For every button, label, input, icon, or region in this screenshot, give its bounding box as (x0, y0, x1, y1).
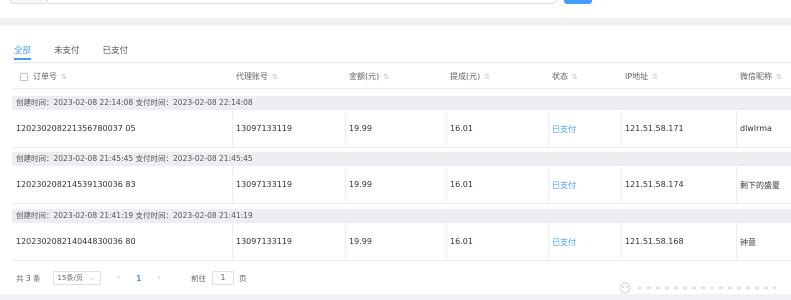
status-badge: 已支付 (552, 238, 576, 247)
column-status[interactable]: 状态 ⇅ (552, 71, 578, 82)
next-page-icon[interactable]: › (157, 273, 161, 283)
wechat-nickname: 钟意 (740, 238, 756, 247)
search-input[interactable] (48, 0, 556, 4)
order-group: 创建时间：2023-02-08 21:45:45 支付时间：2023-02-08… (12, 152, 791, 204)
ip-address: 121.51.58.168 (625, 237, 684, 246)
sort-icon[interactable]: ⇅ (61, 73, 67, 81)
order-number: 120230208214539130036 83 (16, 180, 136, 189)
column-ip[interactable]: IP地址 ⇅ (625, 71, 658, 82)
amount: 19.99 (349, 180, 372, 189)
select-all-checkbox[interactable] (20, 72, 28, 81)
commission: 16.01 (450, 180, 473, 189)
column-commission[interactable]: 提成(元) ⇅ (450, 71, 490, 82)
column-amount[interactable]: 金额(元) ⇅ (349, 71, 389, 82)
goto-page-input[interactable]: 1 (211, 271, 234, 285)
sort-icon[interactable]: ⇅ (652, 73, 658, 81)
page-number-current[interactable]: 1 (136, 274, 141, 283)
sort-icon[interactable]: ⇅ (383, 73, 389, 81)
table-row[interactable]: 120230208221356780037 05 13097133119 19.… (12, 110, 791, 148)
order-number: 120230208221356780037 05 (16, 124, 136, 133)
tab-unpaid[interactable]: 未支付 (54, 38, 80, 60)
sort-icon[interactable]: ⇅ (776, 73, 782, 81)
table-row[interactable]: 120230208214539130036 83 13097133119 19.… (12, 166, 791, 204)
ip-address: 121.51.58.171 (625, 124, 684, 133)
order-group: 创建时间：2023-02-08 22:14:08 支付时间：2023-02-08… (12, 96, 791, 148)
status-badge: 已支付 (552, 125, 576, 134)
amount: 19.99 (349, 124, 372, 133)
commission: 16.01 (450, 124, 473, 133)
search-bar (0, 0, 791, 18)
order-time-header: 创建时间：2023-02-08 21:45:45 支付时间：2023-02-08… (12, 152, 791, 166)
search-type-select[interactable] (10, 0, 48, 4)
column-wechat-nickname[interactable]: 微信昵称 ⇅ (740, 71, 782, 82)
order-number: 120230208214044830036 80 (16, 237, 136, 246)
status-badge: 已支付 (552, 181, 576, 190)
pagination: 共 3 条 15条/页 ⌄ ‹ 1 › 前往 1 页 (16, 270, 246, 286)
prev-page-icon[interactable]: ‹ (117, 273, 121, 283)
tab-paid[interactable]: 已支付 (103, 38, 129, 60)
watermark-icon (619, 282, 776, 294)
ip-address: 121.51.58.174 (625, 180, 684, 189)
wechat-nickname: 剩下的盛夏 (740, 181, 780, 190)
order-time-header: 创建时间：2023-02-08 22:14:08 支付时间：2023-02-08… (12, 96, 791, 110)
page-bottom-gap (0, 294, 791, 300)
column-agent-account[interactable]: 代理账号 ⇅ (236, 71, 278, 82)
order-group: 创建时间：2023-02-08 21:41:19 支付时间：2023-02-08… (12, 209, 791, 261)
page-size-select[interactable]: 15条/页 ⌄ (52, 271, 101, 285)
goto-label: 前往 (190, 273, 206, 283)
orders-card: 全部 未支付 已支付 订单号 ⇅ 代理账号 ⇅ 金额(元) ⇅ 提成(元) ⇅ … (0, 26, 791, 300)
tab-all[interactable]: 全部 (14, 38, 32, 60)
wechat-nickname: dlwlrma (740, 124, 772, 133)
sort-icon[interactable]: ⇅ (572, 73, 578, 81)
table-header: 订单号 ⇅ 代理账号 ⇅ 金额(元) ⇅ 提成(元) ⇅ 状态 ⇅ IP地址 ⇅… (12, 63, 791, 89)
amount: 19.99 (349, 237, 372, 246)
agent-account: 13097133119 (236, 124, 292, 133)
total-count: 共 3 条 (16, 273, 41, 283)
page-unit-label: 页 (238, 273, 247, 283)
sort-icon[interactable]: ⇅ (484, 73, 490, 81)
sort-icon[interactable]: ⇅ (272, 73, 278, 81)
commission: 16.01 (450, 237, 473, 246)
chevron-down-icon: ⌄ (89, 274, 96, 282)
order-time-header: 创建时间：2023-02-08 21:41:19 支付时间：2023-02-08… (12, 209, 791, 223)
column-order-number[interactable]: 订单号 ⇅ (20, 71, 67, 82)
agent-account: 13097133119 (236, 180, 292, 189)
agent-account: 13097133119 (236, 237, 292, 246)
table-row[interactable]: 120230208214044830036 80 13097133119 19.… (12, 223, 791, 261)
search-button[interactable] (564, 0, 592, 4)
